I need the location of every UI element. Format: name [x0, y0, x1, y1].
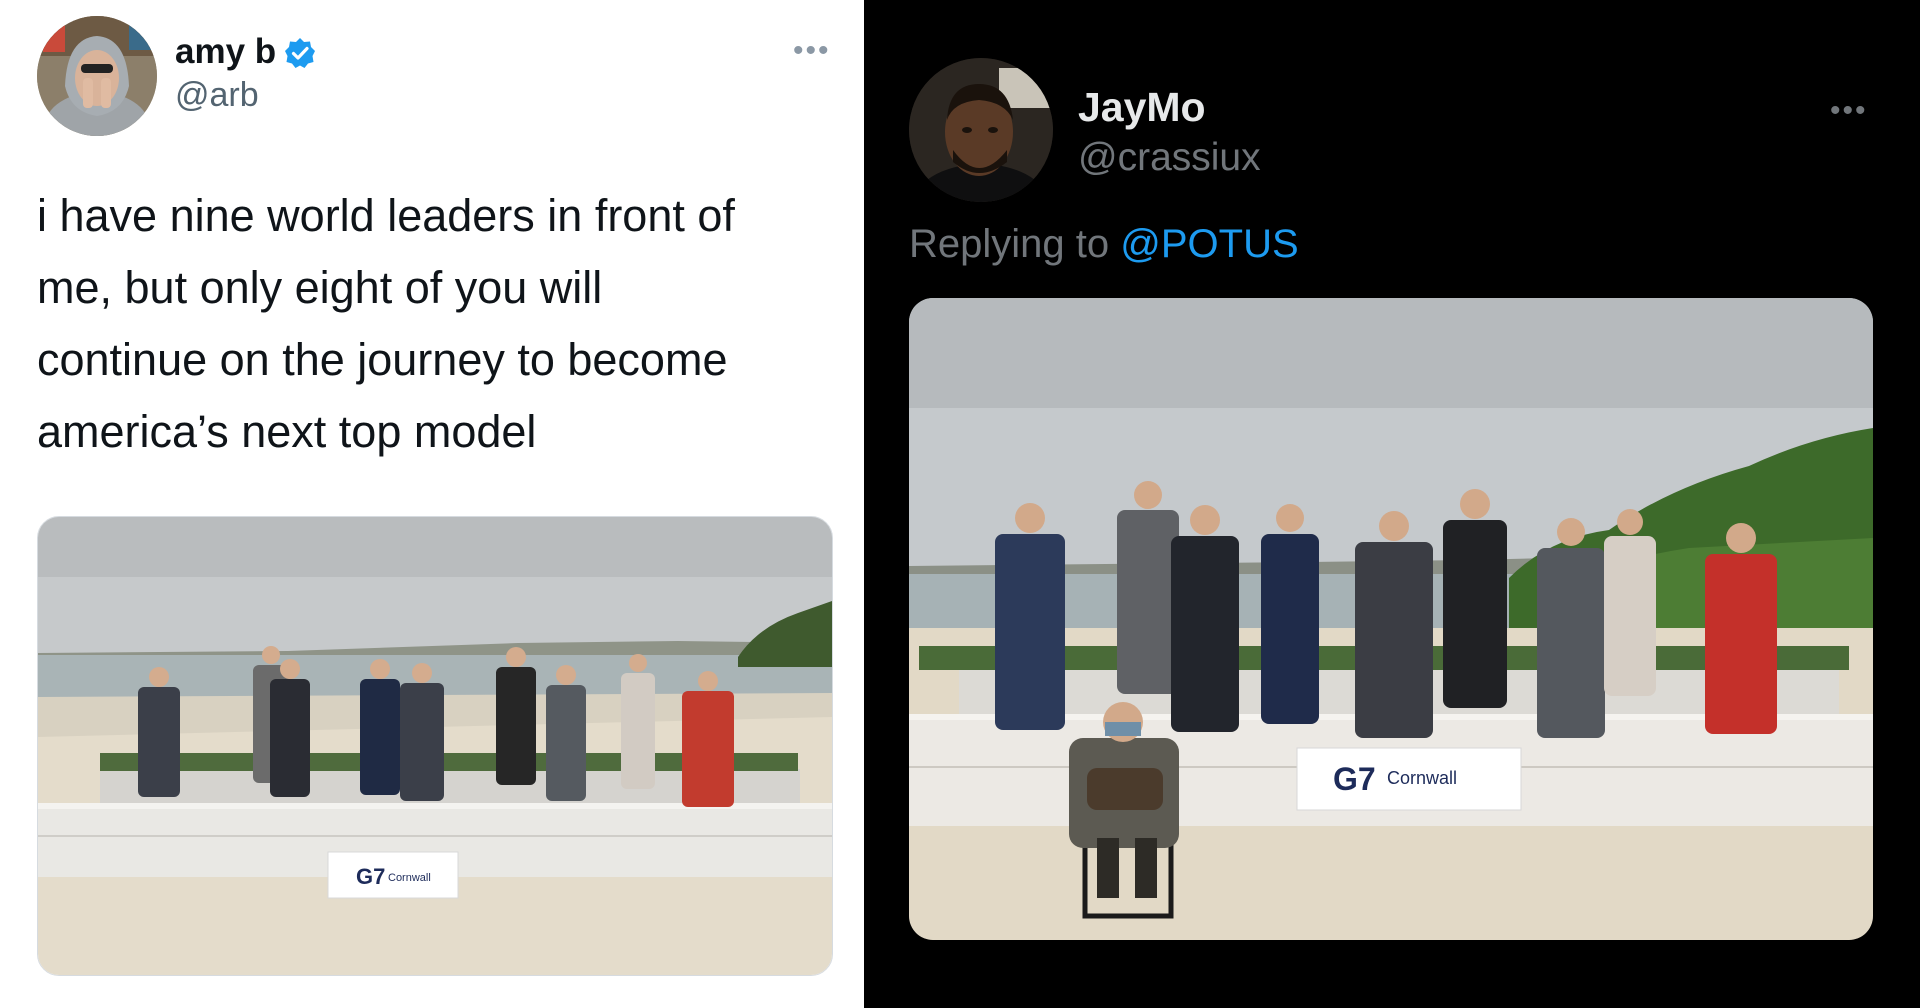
tweet-photo[interactable]: G7 Cornwall [909, 298, 1873, 940]
g7-sign-text: Cornwall [1387, 768, 1457, 788]
amy-avatar[interactable] [37, 16, 157, 136]
mention-link[interactable]: @POTUS [1120, 222, 1298, 266]
more-horizontal-icon[interactable]: ••• [793, 36, 831, 66]
replying-to-label: Replying to [909, 222, 1110, 266]
amy-display-name[interactable]: amy b [175, 32, 276, 72]
jaymo-handle[interactable]: @crassiux [1078, 136, 1261, 180]
more-horizontal-icon[interactable]: ••• [1830, 96, 1868, 126]
g7-sign-text: Cornwall [388, 872, 431, 884]
jaymo-avatar[interactable] [909, 58, 1053, 202]
g7-sign-logo: G7 [356, 864, 385, 889]
verified-badge-icon [284, 37, 316, 69]
right-tweet: JayMo @crassiux ••• Replying to @POTUS G… [864, 0, 1920, 1008]
jaymo-display-name[interactable]: JayMo [1078, 84, 1206, 131]
g7-sign-logo: G7 [1333, 761, 1376, 797]
replying-to: Replying to @POTUS [909, 222, 1299, 267]
tweet-photo[interactable]: G7 Cornwall [37, 516, 833, 976]
amy-handle[interactable]: @arb [175, 76, 259, 115]
tweet-text: i have nine world leaders in front of me… [37, 190, 735, 457]
left-tweet: amy b @arb ••• i have nine world leaders… [0, 0, 864, 1008]
